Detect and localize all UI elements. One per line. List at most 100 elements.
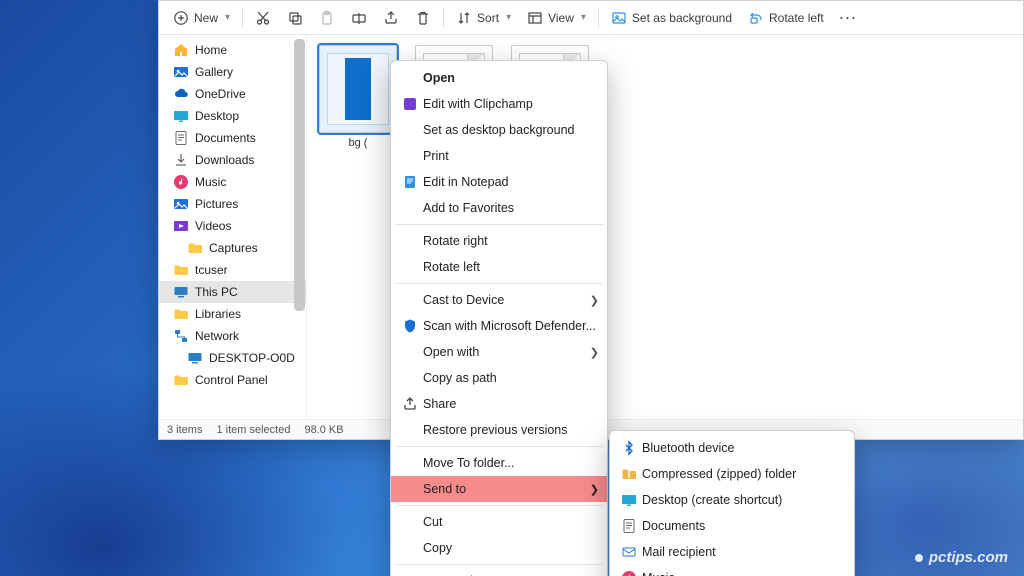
- set-background-label: Set as background: [632, 11, 732, 25]
- menu-label: Copy: [423, 541, 599, 555]
- set-background-button[interactable]: Set as background: [603, 6, 740, 30]
- menu-item-open[interactable]: Open: [391, 65, 607, 91]
- separator: [443, 8, 444, 28]
- trash-icon: [415, 10, 431, 26]
- nav-item-libraries[interactable]: Libraries: [159, 303, 306, 325]
- menu-item-copy[interactable]: Copy: [391, 535, 607, 561]
- menu-label: Print: [423, 149, 599, 163]
- more-icon: ···: [840, 11, 858, 25]
- menu-item-share[interactable]: Share: [391, 391, 607, 417]
- menu-item-scan-with-microsoft-defender[interactable]: Scan with Microsoft Defender...: [391, 313, 607, 339]
- music-icon: [173, 174, 189, 190]
- menu-label: Music: [642, 571, 846, 576]
- menu-item-send-to[interactable]: Send to❯: [391, 476, 607, 502]
- clip-icon: [397, 96, 423, 112]
- gallery-icon: [173, 64, 189, 80]
- rename-button[interactable]: [343, 6, 375, 30]
- menu-item-copy-as-path[interactable]: Copy as path: [391, 365, 607, 391]
- menu-item-rotate-right[interactable]: Rotate right: [391, 228, 607, 254]
- nav-item-desktop-o0d[interactable]: DESKTOP-O0D: [159, 347, 307, 369]
- menu-item-edit-with-clipchamp[interactable]: Edit with Clipchamp: [391, 91, 607, 117]
- menu-item-documents[interactable]: Documents: [610, 513, 854, 539]
- menu-item-set-as-desktop-background[interactable]: Set as desktop background: [391, 117, 607, 143]
- nav-item-music[interactable]: Music: [159, 171, 306, 193]
- menu-item-compressed-zipped-folder[interactable]: Compressed (zipped) folder: [610, 461, 854, 487]
- nav-label: Desktop: [195, 109, 239, 123]
- nav-item-videos[interactable]: Videos: [159, 215, 306, 237]
- more-button[interactable]: ···: [832, 7, 866, 29]
- nav-label: Control Panel: [195, 373, 268, 387]
- menu-label: Copy as path: [423, 371, 599, 385]
- rotate-left-label: Rotate left: [769, 11, 824, 25]
- nav-item-pictures[interactable]: Pictures: [159, 193, 306, 215]
- nav-item-downloads[interactable]: Downloads: [159, 149, 306, 171]
- rotate-left-button[interactable]: Rotate left: [740, 6, 832, 30]
- menu-item-open-with[interactable]: Open with❯: [391, 339, 607, 365]
- menu-item-music[interactable]: Music: [610, 565, 854, 576]
- menu-item-restore-previous-versions[interactable]: Restore previous versions: [391, 417, 607, 443]
- delete-button[interactable]: [407, 6, 439, 30]
- nav-item-gallery[interactable]: Gallery: [159, 61, 306, 83]
- desktop-icon: [616, 492, 642, 508]
- video-icon: [173, 218, 189, 234]
- menu-item-print[interactable]: Print: [391, 143, 607, 169]
- sort-button[interactable]: Sort ▾: [448, 6, 519, 30]
- copy-button[interactable]: [279, 6, 311, 30]
- nav-scrollbar[interactable]: [294, 39, 305, 415]
- menu-item-create-shortcut[interactable]: Create shortcut: [391, 568, 607, 576]
- home-icon: [173, 42, 189, 58]
- watermark: pctips.com: [915, 549, 1008, 566]
- rename-icon: [351, 10, 367, 26]
- note-icon: [397, 174, 423, 190]
- menu-label: Share: [423, 397, 599, 411]
- status-items: 3 items: [167, 424, 202, 436]
- nav-label: Home: [195, 43, 227, 57]
- file-thumbnail: [319, 45, 397, 133]
- nav-item-desktop[interactable]: Desktop: [159, 105, 306, 127]
- music-icon: [616, 570, 642, 576]
- nav-item-captures[interactable]: Captures: [159, 237, 307, 259]
- nav-item-documents[interactable]: Documents: [159, 127, 306, 149]
- nav-pane: Home GalleryOneDrive Desktop DocumentsDownl…: [159, 35, 307, 421]
- menu-label: Open: [423, 71, 599, 85]
- menu-label: Send to: [423, 482, 590, 496]
- new-button[interactable]: New ▾: [165, 6, 238, 30]
- menu-item-cast-to-device[interactable]: Cast to Device❯: [391, 287, 607, 313]
- menu-item-rotate-left[interactable]: Rotate left: [391, 254, 607, 280]
- menu-item-mail-recipient[interactable]: Mail recipient: [610, 539, 854, 565]
- pic-icon: [173, 196, 189, 212]
- context-menu: Open Edit with ClipchampSet as desktop ba…: [390, 60, 608, 576]
- chevron-down-icon: ▾: [506, 12, 511, 23]
- chevron-right-icon: ❯: [590, 346, 599, 359]
- download-icon: [173, 152, 189, 168]
- nav-item-this-pc[interactable]: This PC: [159, 281, 306, 303]
- cut-button[interactable]: [247, 6, 279, 30]
- menu-item-cut[interactable]: Cut: [391, 509, 607, 535]
- file-item[interactable]: bg (: [319, 45, 397, 149]
- mail-icon: [616, 544, 642, 560]
- nav-label: This PC: [195, 285, 238, 299]
- nav-label: Videos: [195, 219, 231, 233]
- net-icon: [173, 328, 189, 344]
- paste-button[interactable]: [311, 6, 343, 30]
- nav-item-control-panel[interactable]: Control Panel: [159, 369, 306, 391]
- nav-item-home[interactable]: Home: [159, 39, 306, 61]
- nav-item-tcuser[interactable]: tcuser: [159, 259, 306, 281]
- view-button[interactable]: View ▾: [519, 6, 594, 30]
- menu-label: Desktop (create shortcut): [642, 493, 846, 507]
- nav-label: Pictures: [195, 197, 238, 211]
- menu-item-add-to-favorites[interactable]: Add to Favorites: [391, 195, 607, 221]
- separator: [598, 8, 599, 28]
- share-button[interactable]: [375, 6, 407, 30]
- nav-item-onedrive[interactable]: OneDrive: [159, 83, 306, 105]
- chevron-right-icon: ❯: [590, 294, 599, 307]
- menu-item-edit-in-notepad[interactable]: Edit in Notepad: [391, 169, 607, 195]
- menu-item-move-to-folder[interactable]: Move To folder...: [391, 450, 607, 476]
- cloud-icon: [173, 86, 189, 102]
- menu-item-bluetooth-device[interactable]: Bluetooth device: [610, 435, 854, 461]
- nav-item-network[interactable]: Network: [159, 325, 306, 347]
- separator: [242, 8, 243, 28]
- menu-item-desktop-create-shortcut[interactable]: Desktop (create shortcut): [610, 487, 854, 513]
- chevron-right-icon: ❯: [590, 483, 599, 496]
- picture-icon: [611, 10, 627, 26]
